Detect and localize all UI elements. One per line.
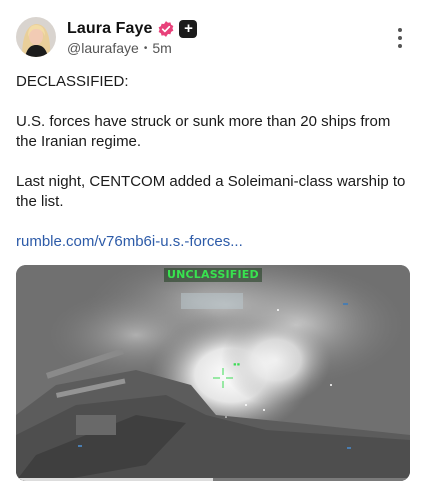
post-card: Laura Faye + @laurafaye • 5m DECLASSIFIE… — [0, 0, 426, 500]
post-body: DECLASSIFIED: U.S. forces have struck or… — [16, 72, 406, 252]
post-link[interactable]: rumble.com/v76mb6i-u.s.-forces... — [16, 232, 243, 252]
video-frame — [16, 265, 410, 481]
post-paragraph: DECLASSIFIED: — [16, 73, 129, 90]
author-handle[interactable]: @laurafaye — [67, 40, 139, 56]
video-progress-bar[interactable] — [16, 478, 410, 481]
reticle-readout: ▪▪ — [233, 361, 241, 368]
more-dot-icon — [398, 36, 402, 40]
post-paragraph: Last night, CENTCOM added a Soleimani-cl… — [16, 173, 406, 210]
plus-badge-icon: + — [179, 19, 198, 38]
avatar[interactable] — [16, 17, 56, 57]
author-name[interactable]: Laura Faye — [67, 20, 152, 38]
more-options-button[interactable] — [392, 26, 408, 50]
more-dot-icon — [398, 28, 402, 32]
meta-separator: • — [143, 42, 148, 54]
post-paragraph: U.S. forces have struck or sunk more tha… — [16, 113, 391, 150]
post-timestamp: 5m — [152, 40, 172, 56]
avatar-image — [16, 17, 56, 57]
video-progress-fill — [16, 478, 213, 481]
more-dot-icon — [398, 44, 402, 48]
post-header: Laura Faye + @laurafaye • 5m — [16, 16, 410, 58]
video-player[interactable]: UNCLASSIFIED ▪▪ — [16, 265, 410, 481]
name-row: Laura Faye + — [67, 18, 198, 39]
verified-check-icon — [159, 20, 174, 37]
meta-row: @laurafaye • 5m — [67, 40, 197, 56]
classification-label: UNCLASSIFIED — [164, 268, 262, 282]
author-info: Laura Faye + @laurafaye • 5m — [67, 18, 198, 56]
